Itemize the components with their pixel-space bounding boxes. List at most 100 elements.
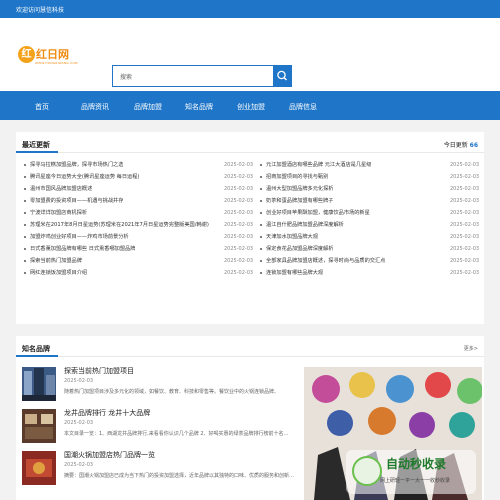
bullet-icon xyxy=(24,271,26,274)
item-date: 2025-02-03 xyxy=(450,222,480,228)
list-item[interactable]: 温江自什肥品牌加盟品牌深度解析 2025-02-03 xyxy=(260,219,482,231)
list-item[interactable]: 苏理米在2017年8月日星运势(苏理米在2021年7月日星运势完整版美国/韩谢)… xyxy=(24,219,256,231)
bullet-icon xyxy=(24,247,26,250)
list-item[interactable]: 宁波烊烊加盟店商机探析 2025-02-03 xyxy=(24,207,256,219)
list-item[interactable]: 温州大型加盟品牌多元化探析 2025-02-03 xyxy=(260,183,482,195)
item-date: 2025-02-03 xyxy=(450,186,480,192)
list-item[interactable]: 奶茶和蛋品牌加盟有哪些牌子 2025-02-03 xyxy=(260,195,482,207)
nav-brand-franchise[interactable]: 品牌加盟 xyxy=(134,102,162,112)
list-item[interactable]: 网红连锁饭加盟项目介绍 2025-02-03 xyxy=(24,267,256,279)
article-item[interactable]: 国潮火锅加盟店热门品牌一览 2025-02-03 摘要：国潮火锅加盟店已成为当下… xyxy=(22,448,302,496)
list-item[interactable]: 探寻马拉糕加盟品牌，探寻市场热门之选 2025-02-03 xyxy=(24,159,256,171)
logo-url: WWW.HONGRIWANG.COM xyxy=(35,61,78,65)
item-title: 连锁加盟有哪些品牌大观 xyxy=(266,270,324,276)
bullet-icon xyxy=(24,175,26,178)
article-thumbnail xyxy=(22,409,56,443)
watermark-title: 自动秒收录 xyxy=(386,457,447,471)
list-item[interactable]: 全部家具品牌加盟店概述，探寻时尚与品质的交汇点 2025-02-03 xyxy=(260,255,482,267)
item-title: 宁波烊烊加盟店商机探析 xyxy=(30,210,88,216)
item-title: 温州大型加盟品牌多元化探析 xyxy=(266,186,334,192)
item-date: 2025-02-03 xyxy=(224,270,254,276)
bullet-icon xyxy=(24,199,26,202)
article-date: 2025-02-03 xyxy=(64,462,94,468)
list-item[interactable]: 保定食花品加盟品牌深度解析 2025-02-03 xyxy=(260,243,482,255)
item-title: 腾讯星座今日运势大全(腾讯星座运势 每日运程) xyxy=(30,174,140,180)
item-date: 2025-02-03 xyxy=(450,246,480,252)
article-summary: 本文目录一览：1、西湖龙井品牌排行,来看看你认识几个品牌 2、好喝实惠的绿茶品牌… xyxy=(64,431,289,437)
welcome-text: 欢迎访问慧信科技 xyxy=(16,7,65,14)
more-link[interactable]: 更多> xyxy=(464,345,478,352)
item-title: 零加盟费的投资项目——机遇与挑战并存 xyxy=(30,198,124,204)
latest-title: 最近更新 xyxy=(22,141,50,149)
item-title: 奶茶和蛋品牌加盟有哪些牌子 xyxy=(266,198,334,204)
nav-brand-info[interactable]: 品牌信息 xyxy=(289,102,317,112)
bullet-icon xyxy=(260,187,262,190)
list-item[interactable]: 零加盟费的投资项目——机遇与挑战并存 2025-02-03 xyxy=(24,195,256,207)
item-title: 天津加水加盟品牌大观 xyxy=(266,234,318,240)
item-date: 2025-02-03 xyxy=(224,198,254,204)
latest-updates-panel: 最近更新 今日更新 66 探寻马拉糕加盟品牌，探寻市场热门之选 2025-02-0… xyxy=(16,132,484,324)
item-title: 招商加盟项目的寻找与甄别 xyxy=(266,174,329,180)
item-date: 2025-02-03 xyxy=(224,162,254,168)
bullet-icon xyxy=(260,211,262,214)
header: 红 红日网 WWW.HONGRIWANG.COM 搜索 xyxy=(0,18,500,91)
list-item[interactable]: 连锁加盟有哪些品牌大观 2025-02-03 xyxy=(260,267,482,279)
nav-startup-franchise[interactable]: 创业加盟 xyxy=(237,102,265,112)
item-title: 保定食花品加盟品牌深度解析 xyxy=(266,246,334,252)
today-updates: 今日更新 66 xyxy=(444,140,478,149)
item-date: 2025-02-03 xyxy=(224,258,254,264)
search-button[interactable] xyxy=(273,65,292,87)
item-date: 2025-02-03 xyxy=(224,174,254,180)
title-divider xyxy=(16,356,484,357)
list-item[interactable]: 元江加盟酒店有哪些品牌 元江大酒店是几星级 2025-02-03 xyxy=(260,159,482,171)
item-date: 2025-02-03 xyxy=(224,246,254,252)
bullet-icon xyxy=(260,247,262,250)
logo-mark: 红 xyxy=(18,46,35,63)
article-title: 龙井品牌排行 龙井十大品牌 xyxy=(64,409,151,417)
bullet-icon xyxy=(24,163,26,166)
bullet-icon xyxy=(260,223,262,226)
list-item[interactable]: 探索当前热门加盟品牌 2025-02-03 xyxy=(24,255,256,267)
item-date: 2025-02-03 xyxy=(450,210,480,216)
nav-home[interactable]: 首页 xyxy=(35,102,49,112)
bullet-icon xyxy=(260,235,262,238)
article-thumbnail xyxy=(22,367,56,401)
site-logo[interactable]: 红 红日网 WWW.HONGRIWANG.COM xyxy=(18,44,78,70)
bullet-icon xyxy=(260,175,262,178)
search-box: 搜索 xyxy=(112,65,292,87)
bullet-icon xyxy=(260,259,262,262)
item-title: 苏理米在2017年8月日星运势(苏理米在2021年7月日星运势完整版美国/韩谢) xyxy=(30,222,209,228)
list-item[interactable]: 腾讯星座今日运势大全(腾讯星座运势 每日运程) 2025-02-03 xyxy=(24,171,256,183)
item-title: 网红连锁饭加盟项目介绍 xyxy=(30,270,88,276)
list-item[interactable]: 天津加水加盟品牌大观 2025-02-03 xyxy=(260,231,482,243)
list-item[interactable]: 日式香薰加盟品牌有哪些 日式熏香哪加盟品牌 2025-02-03 xyxy=(24,243,256,255)
logo-name: 红日网 xyxy=(36,48,69,61)
search-input[interactable]: 搜索 xyxy=(120,72,132,81)
nav-famous-brands[interactable]: 知名品牌 xyxy=(185,102,213,112)
article-item[interactable]: 龙井品牌排行 龙井十大品牌 2025-02-03 本文目录一览：1、西湖龙井品牌… xyxy=(22,406,302,454)
article-item[interactable]: 探索当前热门加盟项目 2025-02-03 随着热门加盟项目涉及多元化的领域，如… xyxy=(22,364,302,412)
item-date: 2025-02-03 xyxy=(450,174,480,180)
article-title: 国潮火锅加盟店热门品牌一览 xyxy=(64,451,155,459)
top-bar: 欢迎访问慧信科技 xyxy=(0,0,500,18)
article-summary: 摘要：国潮火锅加盟店已成为当下热门的投资加盟选择，近年品牌以其独特的口味、优质的… xyxy=(64,473,295,479)
list-item[interactable]: 加盟炸鸡创业好项目——炸鸡市场前景分析 2025-02-03 xyxy=(24,231,256,243)
list-item[interactable]: 招商加盟项目的寻找与甄别 2025-02-03 xyxy=(260,171,482,183)
list-item[interactable]: 创业好项目苹果酥加盟，健康饮品市场的新星 2025-02-03 xyxy=(260,207,482,219)
article-title: 探索当前热门加盟项目 xyxy=(64,367,134,375)
bullet-icon xyxy=(24,223,26,226)
nav-brand-news[interactable]: 品牌资讯 xyxy=(81,102,109,112)
watermark-subtitle: 网上研轻一平一大一一收秒收录 xyxy=(380,478,451,484)
item-title: 元江加盟酒店有哪些品牌 元江大酒店是几星级 xyxy=(266,162,372,168)
bullet-icon xyxy=(24,187,26,190)
item-date: 2025-02-03 xyxy=(450,198,480,204)
item-date: 2025-02-03 xyxy=(224,186,254,192)
featured-image[interactable]: 自动秒收录 网上研轻一平一大一一收秒收录 xyxy=(304,367,482,500)
item-date: 2025-02-03 xyxy=(450,234,480,240)
item-date: 2025-02-03 xyxy=(450,270,480,276)
item-date: 2025-02-03 xyxy=(224,210,254,216)
title-accent xyxy=(16,355,58,357)
title-divider xyxy=(16,152,484,153)
list-item[interactable]: 温州市国风品牌加盟店概述 2025-02-03 xyxy=(24,183,256,195)
article-thumbnail xyxy=(22,451,56,485)
